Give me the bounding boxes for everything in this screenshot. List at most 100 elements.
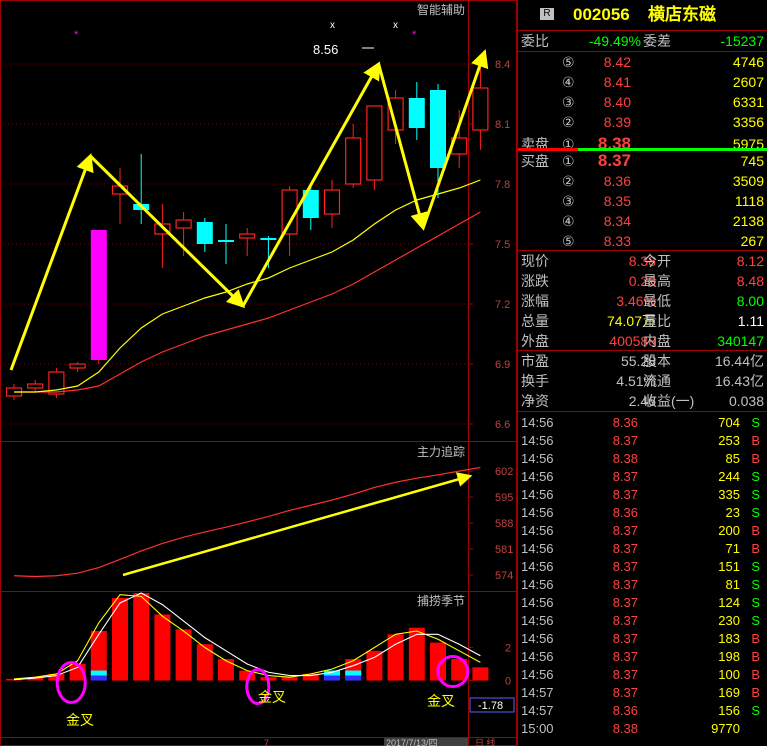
buy-level-row: 买盘 ① 8.37 745 [518, 151, 767, 171]
stat-row: 现价 8.38 今开 8.12 [518, 251, 767, 271]
tick-row: 14:56 8.37 200 B [518, 522, 767, 540]
stat-label: 最低 [643, 293, 671, 309]
tick-time: 14:56 [521, 469, 554, 484]
weicha-value: -15237 [720, 33, 764, 49]
tick-row: 14:56 8.37 124 S [518, 594, 767, 612]
y-tick-label: 6.9 [495, 359, 510, 371]
stat-label: 市盈 [521, 353, 549, 369]
season-bar [196, 644, 213, 681]
tick-direction: B [751, 685, 760, 700]
level-no: ⑤ [562, 233, 575, 249]
stat-label: 今开 [643, 253, 671, 269]
tick-price: 8.37 [612, 595, 638, 610]
tick-volume: 169 [718, 685, 740, 700]
candle [345, 137, 362, 185]
y-tick-label: 2 [505, 643, 511, 655]
tick-time: 14:57 [521, 685, 554, 700]
golden-cross-label: 金叉 [258, 689, 286, 705]
tick-price: 8.37 [612, 577, 638, 592]
tick-volume: 156 [718, 703, 740, 718]
level-no: ③ [562, 94, 575, 110]
stat-label: 现价 [521, 253, 549, 269]
season-bar [154, 614, 171, 681]
sell-volume: 3356 [732, 114, 764, 130]
tick-row: 14:56 8.37 100 B [518, 666, 767, 684]
tick-price: 8.37 [612, 613, 638, 628]
tick-time: 14:56 [521, 649, 554, 664]
signal-mark: x [393, 20, 398, 31]
tick-price: 8.36 [612, 415, 638, 430]
badge: R [540, 8, 554, 20]
candle [323, 189, 341, 215]
tick-row: 14:56 8.36 704 S [518, 414, 767, 432]
y-tick-label: 7.5 [495, 239, 510, 251]
y-tick-label: 602 [495, 466, 513, 478]
tick-row: 14:56 8.37 335 S [518, 486, 767, 504]
signal-mark: * [74, 29, 79, 41]
tick-volume: 198 [718, 649, 740, 664]
bottom-panel-title: 捕捞季节 [417, 593, 465, 608]
tick-volume: 124 [718, 595, 740, 610]
date-label: 2017/7/13/四 [386, 738, 438, 746]
middle-panel-title: 主力追踪 [417, 444, 465, 459]
y-tick-label: 588 [495, 518, 513, 530]
tick-direction: B [751, 541, 760, 556]
tick-volume: 9770 [711, 721, 740, 736]
tick-row: 14:56 8.38 85 B [518, 450, 767, 468]
tick-volume: 704 [718, 415, 740, 430]
candle [175, 219, 192, 229]
tick-volume: 71 [725, 541, 740, 556]
sell-level-row: ④ 8.41 2607 [518, 72, 767, 92]
tick-time: 14:56 [521, 505, 554, 520]
sell-price: 8.39 [603, 114, 631, 130]
tick-volume: 23 [725, 505, 740, 520]
season-bar [175, 629, 192, 681]
stat-label: 外盘 [521, 333, 549, 349]
tick-direction: S [751, 469, 760, 484]
tick-row: 14:56 8.37 183 B [518, 630, 767, 648]
main-force-line [13, 466, 481, 578]
tick-time: 14:56 [521, 415, 554, 430]
candle [408, 98, 425, 128]
stock-name: 横店东磁 [648, 5, 716, 24]
buy-volume: 267 [740, 233, 764, 249]
stat-label: 涨跌 [521, 273, 549, 289]
y-tick-label: 0 [505, 676, 511, 688]
tick-price: 8.38 [612, 451, 638, 466]
candle [260, 238, 277, 240]
sell-volume: 2607 [732, 74, 764, 90]
tick-direction: S [751, 595, 760, 610]
buy-level-row: ⑤ 8.33 267 [518, 231, 767, 251]
tick-time: 14:56 [521, 613, 554, 628]
tick-volume: 100 [718, 667, 740, 682]
level-no: ④ [562, 74, 575, 90]
sell-price: 8.41 [603, 74, 631, 90]
stat-label: 内盘 [643, 333, 671, 349]
date-mark: 7 [264, 738, 269, 746]
tick-volume: 244 [718, 469, 740, 484]
candle [69, 363, 86, 369]
season-bar-accent [345, 675, 362, 681]
stat-value: 340147 [717, 333, 764, 349]
buy-volume: 1118 [734, 193, 764, 209]
tick-row: 14:56 8.37 198 B [518, 648, 767, 666]
signal-mark: * [412, 29, 417, 41]
sell-price: 8.40 [603, 94, 631, 110]
level-no: ② [562, 114, 575, 130]
sell-price: 8.42 [603, 54, 631, 70]
kline-chart-area[interactable]: 智能辅助 8.4 8.1 7.8 7.5 7.2 6.9 6.6 8.56 * * x x 主力追踪 602… [0, 0, 517, 746]
season-bar [408, 627, 425, 681]
level-no: ⑤ [562, 54, 575, 70]
tick-direction: B [751, 451, 760, 466]
sell-volume: 4746 [732, 54, 764, 70]
tick-row: 14:57 8.36 156 S [518, 702, 767, 720]
quote-header: R 002056 横店东磁 [518, 5, 767, 25]
weibi-row: 委比 -49.49% 委差 -15237 [518, 31, 767, 51]
candle [196, 222, 213, 244]
y-tick-label: 8.1 [495, 119, 510, 131]
tick-time: 14:56 [521, 667, 554, 682]
tick-direction: S [751, 577, 760, 592]
tick-row: 14:56 8.36 23 S [518, 504, 767, 522]
season-bar [133, 593, 150, 681]
tick-volume: 200 [718, 523, 740, 538]
